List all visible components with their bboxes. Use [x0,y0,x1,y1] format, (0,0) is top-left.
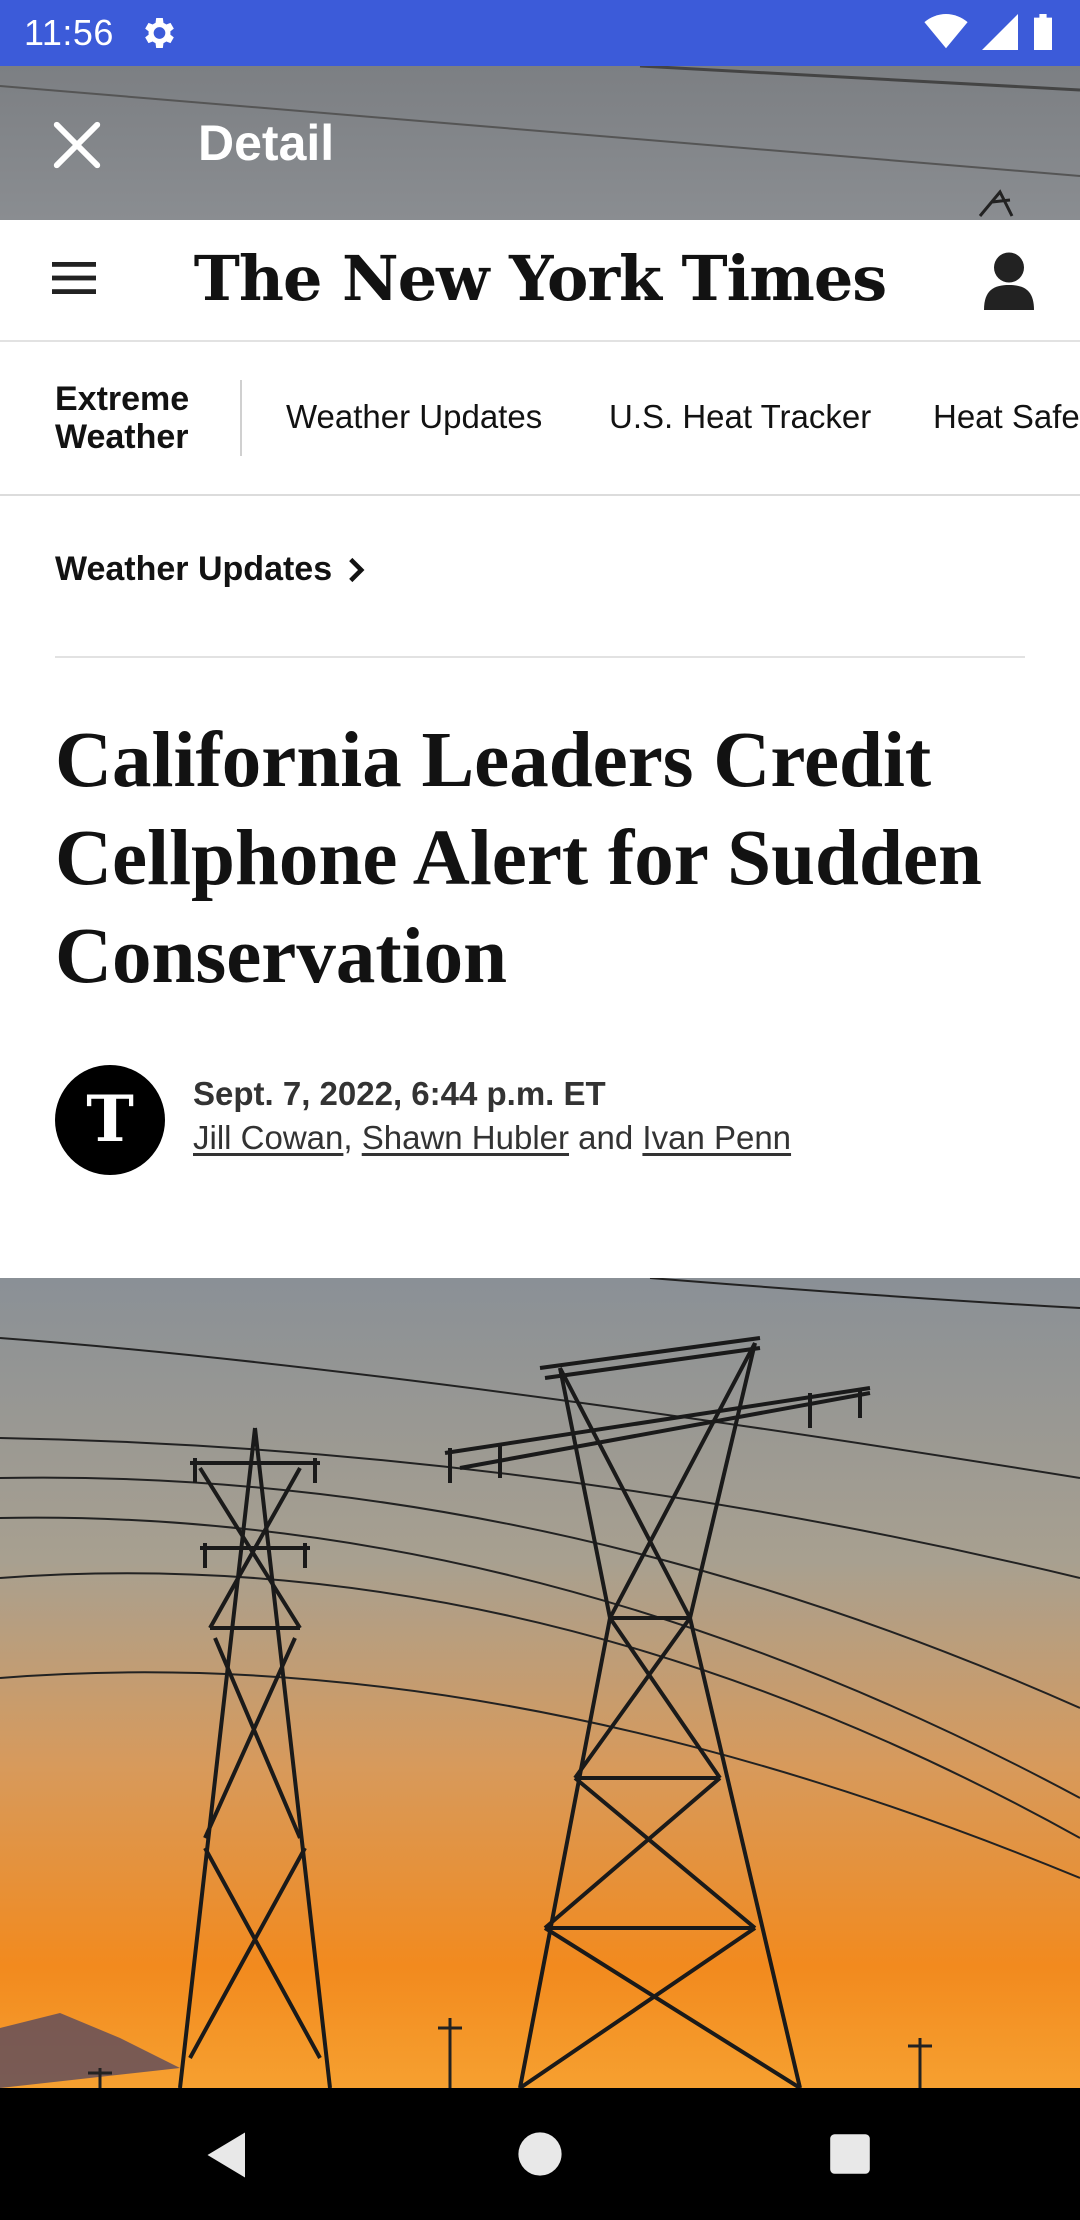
article-headline: California Leaders Credit Cellphone Aler… [55,717,982,1000]
background-photo [0,66,1080,217]
section-nav: Extreme Weather Weather Updates U.S. Hea… [0,342,1080,496]
nav-divider [240,380,242,456]
article-photo [0,1278,1080,2088]
recents-icon[interactable] [828,2132,872,2176]
nyt-t-logo: T [55,1065,165,1175]
nav-item-weather-updates[interactable]: Weather Updates [286,398,542,436]
close-icon[interactable] [50,118,104,172]
signal-icon [982,14,1018,50]
detail-header: Detail [0,66,1080,220]
account-icon[interactable] [984,250,1034,310]
nav-item-heat-safety[interactable]: Heat Safe [933,398,1080,436]
detail-title: Detail [198,115,335,171]
author-link[interactable]: Shawn Hubler [362,1119,569,1156]
author-link[interactable]: Jill Cowan [193,1119,343,1156]
status-bar: 11:56 [0,0,1080,66]
article-card: The New York Times Extreme Weather Weath… [0,220,1080,1278]
kicker-link[interactable]: Weather Updates [55,550,366,589]
nyt-header: The New York Times [0,220,1080,342]
system-nav-bar [0,2088,1080,2220]
home-icon[interactable] [516,2130,564,2178]
back-icon[interactable] [200,2130,250,2180]
wifi-icon [924,14,968,49]
nav-item-heat-tracker[interactable]: U.S. Heat Tracker [609,398,871,436]
section-label[interactable]: Extreme Weather [55,380,205,456]
divider [55,656,1025,658]
kicker-label: Weather Updates [55,550,333,588]
battery-icon [1034,14,1052,50]
gear-icon [145,18,174,48]
article-date: Sept. 7, 2022, 6:44 p.m. ET [193,1075,606,1112]
status-time: 11:56 [24,12,114,53]
chevron-right-icon [349,557,365,582]
nyt-logo[interactable]: The New York Times [0,242,1080,315]
byline-authors: Jill Cowan, Shawn Hubler and Ivan Penn [193,1119,792,1156]
power-lines-image [0,1278,1080,2088]
author-link[interactable]: Ivan Penn [642,1119,791,1156]
